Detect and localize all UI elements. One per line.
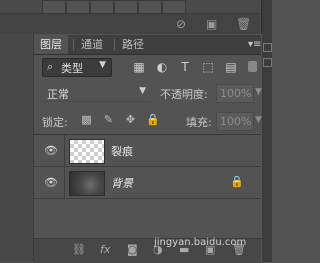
chevron-down-icon: ▼ [99,60,106,70]
tab-divider [73,39,74,50]
new-item-icon[interactable]: ▣ [206,17,217,31]
fill-label: 填充: [186,116,212,129]
smart-object-filter-icon[interactable]: ▤ [224,60,238,74]
tab-paths[interactable]: 路径 [116,35,150,54]
right-dock-bar [261,0,272,262]
layer-row[interactable]: 👁 背景 🔒 [34,167,261,199]
fill-arrow-icon[interactable]: ▼ [255,115,262,125]
layer-row[interactable]: 👁 裂痕 [34,135,261,167]
swatch-cell[interactable] [42,0,66,14]
watermark: jingyan.baidu.com [154,237,247,248]
tab-layers[interactable]: 图层 [34,35,68,54]
search-icon: ⌕ [47,60,54,73]
tab-divider [114,39,115,50]
swatch-cell[interactable] [138,0,162,14]
adjustment-filter-icon[interactable]: ◐ [155,60,169,74]
visibility-eye-icon[interactable]: 👁 [44,176,58,189]
visibility-eye-icon[interactable]: 👁 [44,144,58,157]
shape-filter-icon[interactable]: ⬚ [201,60,215,74]
layer-thumbnail [69,139,105,164]
swatch-cell[interactable] [162,0,186,14]
tab-channels[interactable]: 通道 [75,35,109,54]
dock-icon[interactable] [263,43,272,52]
divider [64,135,65,166]
layer-name[interactable]: 背景 [111,175,133,191]
lock-icon: 🔒 [230,175,244,188]
pixel-filter-icon[interactable]: ▦ [132,60,146,74]
opacity-field[interactable]: 100% [216,84,254,103]
fill-value: 100% [220,115,252,128]
swatch-cell[interactable] [114,0,138,14]
filter-kind-label: 类型 [61,62,83,75]
link-icon[interactable]: ⛓ [72,243,86,256]
lock-brush-icon[interactable]: ✎ [102,113,115,126]
layer-name[interactable]: 裂痕 [111,143,133,159]
left-dock-strip [0,34,33,262]
dock-icon[interactable] [263,58,272,67]
fx-icon[interactable]: fx [100,243,110,256]
fill-field[interactable]: 100% [216,112,254,131]
swatch-cell[interactable] [90,0,114,14]
opacity-value: 100% [220,87,252,100]
panel-tab-bar: 图层 通道 路径 [34,35,261,55]
panel-menu-icon[interactable]: ▾≡ [248,39,261,50]
lock-move-icon[interactable]: ✥ [124,113,137,126]
type-filter-icon[interactable]: T [178,60,192,74]
blend-mode-dropdown[interactable]: 正常 ▼ [42,84,150,102]
filter-toggle[interactable] [248,61,257,72]
lock-transparent-icon[interactable]: ▩ [80,113,93,126]
no-icon[interactable]: ⊘ [176,17,186,31]
chevron-down-icon: ▼ [139,86,146,96]
layer-thumbnail [69,171,105,196]
filter-kind-dropdown[interactable]: ⌕ 类型 ▼ [42,58,112,77]
opacity-label: 不透明度: [160,88,208,101]
previous-panel-footer: ⊘ ▣ 🗑 [0,13,260,35]
swatch-cell[interactable] [66,0,90,14]
lock-all-icon[interactable]: 🔒 [146,113,160,126]
blend-mode-value: 正常 [47,88,69,101]
opacity-arrow-icon[interactable]: ▼ [255,87,262,97]
trash-icon[interactable]: 🗑 [236,17,251,31]
lock-label: 锁定: [42,116,68,129]
divider [64,167,65,198]
mask-icon[interactable]: ◙ [127,243,138,256]
